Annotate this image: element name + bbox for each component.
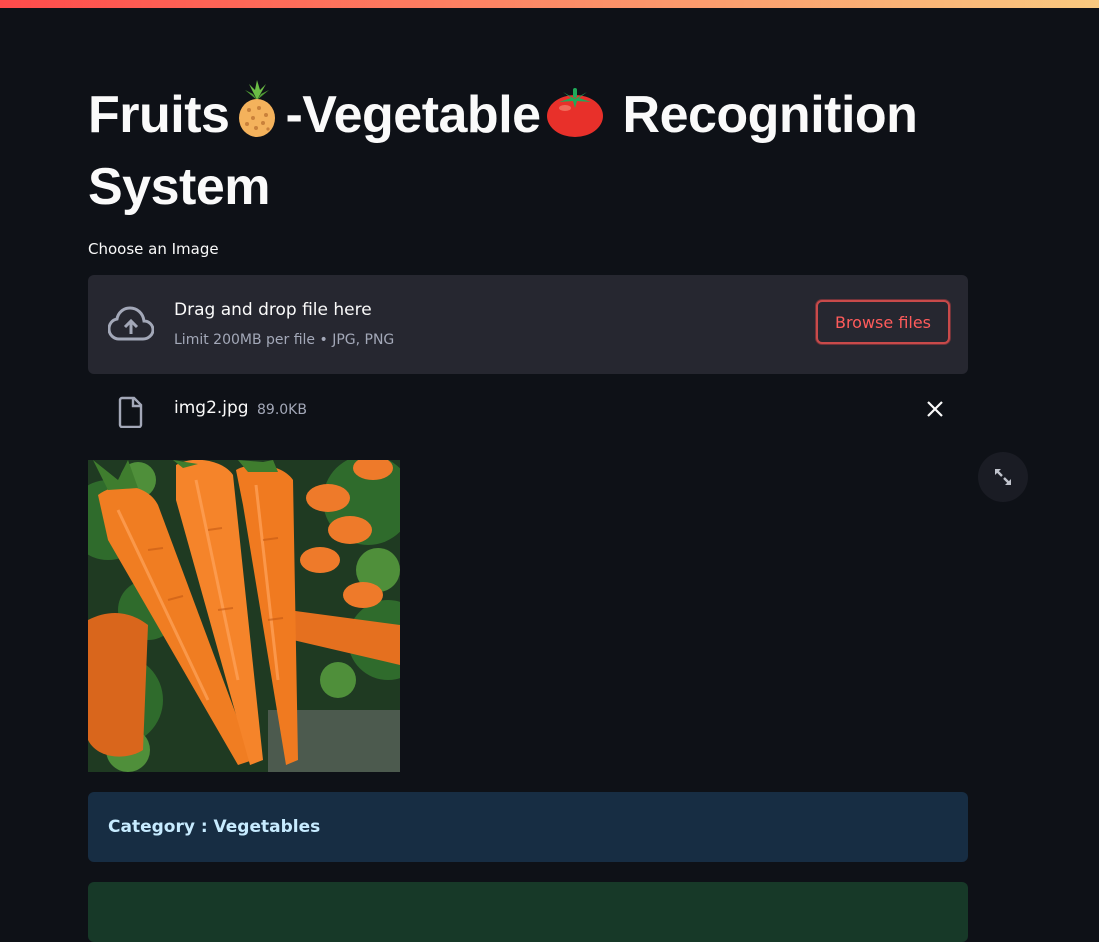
tomato-icon bbox=[545, 84, 605, 154]
cloud-upload-icon bbox=[108, 306, 154, 341]
close-icon[interactable] bbox=[924, 398, 946, 420]
carrots-image bbox=[88, 460, 400, 772]
file-dropzone[interactable]: Drag and drop file here Limit 200MB per … bbox=[88, 275, 968, 374]
category-info-box: Category : Vegetables bbox=[88, 792, 968, 862]
category-text: Category : Vegetables bbox=[108, 817, 321, 837]
browse-files-button[interactable]: Browse files bbox=[816, 300, 950, 344]
uploaded-file-size: 89.0KB bbox=[257, 402, 307, 418]
expand-icon bbox=[995, 469, 1011, 485]
uploader-label: Choose an Image bbox=[88, 240, 219, 258]
title-part-fruits: Fruits bbox=[88, 86, 230, 144]
uploaded-image bbox=[88, 460, 400, 772]
title-part-vegetable: -Vegetable bbox=[285, 86, 541, 144]
uploaded-file-name: img2.jpg bbox=[174, 398, 249, 418]
pineapple-icon bbox=[233, 80, 281, 154]
fullscreen-button[interactable] bbox=[978, 452, 1028, 502]
dropzone-title: Drag and drop file here bbox=[174, 300, 372, 320]
page-title: Fruits -Vegetable Recognition System bbox=[88, 80, 988, 220]
file-icon bbox=[118, 396, 143, 428]
uploaded-file-row: img2.jpg 89.0KB bbox=[88, 388, 968, 432]
top-decoration-bar bbox=[0, 0, 1099, 8]
prediction-success-box bbox=[88, 882, 968, 942]
dropzone-limit: Limit 200MB per file • JPG, PNG bbox=[174, 332, 395, 348]
